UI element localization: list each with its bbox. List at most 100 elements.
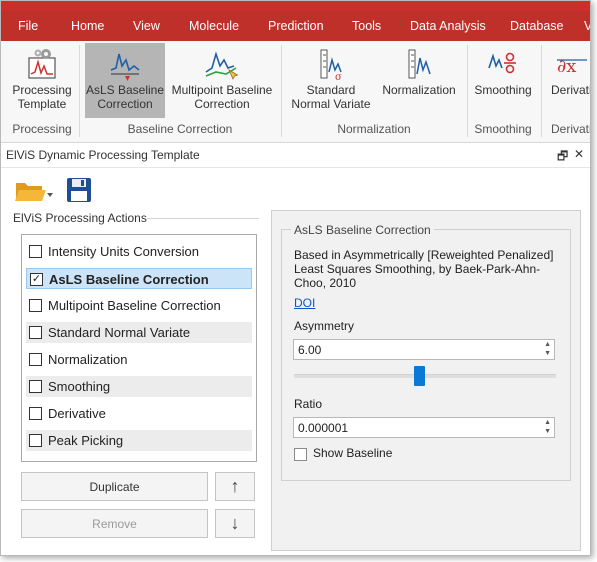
ribbon: Processing Template Processing AsLS Base…	[1, 41, 590, 143]
ratio-value: 0.000001	[298, 421, 349, 435]
processing-template-icon	[9, 45, 75, 83]
spin-down-icon[interactable]: ▼	[544, 350, 551, 357]
spin-down-icon[interactable]: ▼	[544, 428, 551, 435]
action-checkbox[interactable]	[29, 245, 42, 258]
ratio-input[interactable]: 0.000001 ▲ ▼	[293, 417, 555, 438]
method-description: Based in Asymmetrically [Reweighted Pena…	[294, 248, 554, 290]
action-checkbox[interactable]	[29, 407, 42, 420]
menu-view[interactable]: View	[133, 19, 160, 33]
asls-baseline-icon	[85, 45, 165, 83]
asls-baseline-button[interactable]: AsLS Baseline Correction	[85, 43, 165, 118]
normalization-icon	[377, 45, 461, 83]
menu-bar: File Home View Molecule Prediction Tools…	[1, 11, 590, 41]
open-folder-button[interactable]	[14, 177, 54, 203]
actions-list: Intensity Units Conversion ✓ AsLS Baseli…	[21, 234, 257, 462]
snv-icon: σ	[287, 45, 375, 83]
multipoint-baseline-icon	[169, 45, 275, 83]
action-item-standard-normal-variate[interactable]: Standard Normal Variate	[26, 322, 252, 343]
group-separator	[79, 45, 80, 137]
normalization-button[interactable]: Normalization	[377, 43, 461, 118]
menu-home[interactable]: Home	[71, 19, 104, 33]
panel-header: ElViS Dynamic Processing Template 🗗 ✕	[1, 143, 590, 168]
remove-button[interactable]: Remove	[21, 509, 208, 538]
save-button[interactable]	[65, 176, 93, 204]
svg-text:σ: σ	[335, 72, 342, 82]
derivative-label: Derivati	[551, 83, 591, 97]
group-divider	[147, 218, 259, 219]
action-label: Derivative	[48, 406, 106, 421]
action-item-multipoint-baseline[interactable]: Multipoint Baseline Correction	[26, 295, 252, 316]
asls-baseline-label: AsLS Baseline Correction	[85, 83, 165, 111]
panel-title: ElViS Dynamic Processing Template	[6, 148, 200, 162]
normalization-label: Normalization	[382, 83, 456, 97]
processing-template-button[interactable]: Processing Template	[9, 43, 75, 118]
asymmetry-value: 6.00	[298, 343, 322, 357]
action-checkbox[interactable]	[29, 380, 42, 393]
group-processing-label: Processing	[12, 122, 72, 136]
action-item-intensity-units[interactable]: Intensity Units Conversion	[26, 241, 252, 262]
menu-molecule[interactable]: Molecule	[189, 19, 239, 33]
smoothing-icon	[471, 45, 535, 83]
asymmetry-label: Asymmetry	[294, 319, 354, 333]
spin-up-icon[interactable]: ▲	[544, 419, 551, 426]
action-item-derivative[interactable]: Derivative	[26, 403, 252, 424]
show-baseline-label: Show Baseline	[313, 446, 393, 460]
group-separator	[281, 45, 282, 137]
action-label: Intensity Units Conversion	[48, 244, 200, 259]
standard-normal-variate-button[interactable]: σ Standard Normal Variate	[287, 43, 375, 118]
multipoint-baseline-button[interactable]: Multipoint Baseline Correction	[169, 43, 275, 118]
spin-up-icon[interactable]: ▲	[544, 341, 551, 348]
app-window: File Home View Molecule Prediction Tools…	[0, 0, 591, 556]
show-baseline-checkbox[interactable]	[294, 448, 307, 461]
group-normalization-label: Normalization	[337, 122, 411, 136]
asymmetry-input[interactable]: 6.00 ▲ ▼	[293, 339, 555, 360]
action-item-smoothing[interactable]: Smoothing	[26, 376, 252, 397]
title-strip	[1, 1, 590, 11]
action-checkbox[interactable]	[29, 299, 42, 312]
action-checkbox[interactable]	[29, 353, 42, 366]
action-checkbox-checked[interactable]: ✓	[30, 273, 43, 286]
action-item-peak-picking[interactable]: Peak Picking	[26, 430, 252, 451]
action-item-normalization[interactable]: Normalization	[26, 349, 252, 370]
action-item-asls-baseline[interactable]: ✓ AsLS Baseline Correction	[26, 268, 252, 289]
multipoint-baseline-label: Multipoint Baseline Correction	[171, 83, 273, 111]
move-down-button[interactable]: ↓	[215, 509, 255, 538]
settings-panel: AsLS Baseline Correction Based in Asymme…	[271, 210, 581, 551]
processing-template-label: Processing Template	[12, 83, 72, 111]
action-label: Peak Picking	[48, 433, 124, 448]
menu-prediction[interactable]: Prediction	[268, 19, 324, 33]
group-separator	[467, 45, 468, 137]
action-checkbox[interactable]	[29, 326, 42, 339]
group-separator	[541, 45, 542, 137]
svg-text:∂x: ∂x	[557, 56, 576, 77]
move-up-button[interactable]: ↑	[215, 472, 255, 501]
group-smoothing-label: Smoothing	[474, 122, 532, 136]
action-checkbox[interactable]	[29, 434, 42, 447]
save-icon	[67, 178, 91, 202]
smoothing-button[interactable]: Smoothing	[471, 43, 535, 118]
menu-database[interactable]: Database	[510, 19, 564, 33]
restore-window-icon[interactable]: 🗗	[557, 147, 568, 168]
action-label: Normalization	[48, 352, 128, 367]
derivative-button[interactable]: ∂x Derivati	[547, 43, 591, 118]
action-label: Standard Normal Variate	[48, 325, 191, 340]
menu-file[interactable]: File	[18, 19, 38, 33]
duplicate-button[interactable]: Duplicate	[21, 472, 208, 501]
ratio-label: Ratio	[294, 397, 323, 411]
smoothing-label: Smoothing	[474, 83, 532, 97]
asymmetry-slider-thumb[interactable]	[414, 366, 426, 386]
settings-group-title: AsLS Baseline Correction	[291, 223, 434, 237]
group-baseline-correction-label: Baseline Correction	[127, 122, 233, 136]
doi-link[interactable]: DOI	[294, 296, 315, 310]
menu-data-analysis[interactable]: Data Analysis	[410, 19, 486, 33]
close-icon[interactable]: ✕	[574, 147, 584, 161]
folder-open-icon	[15, 183, 53, 201]
action-label: Smoothing	[48, 379, 111, 394]
action-label: Multipoint Baseline Correction	[48, 298, 221, 313]
menu-overflow[interactable]: V	[584, 19, 590, 33]
menu-tools[interactable]: Tools	[352, 19, 381, 33]
actions-group-title: ElViS Processing Actions	[13, 211, 151, 225]
snv-label: Standard Normal Variate	[291, 83, 371, 111]
group-derivative-label: Derivati	[551, 122, 591, 136]
derivative-icon: ∂x	[547, 45, 590, 83]
